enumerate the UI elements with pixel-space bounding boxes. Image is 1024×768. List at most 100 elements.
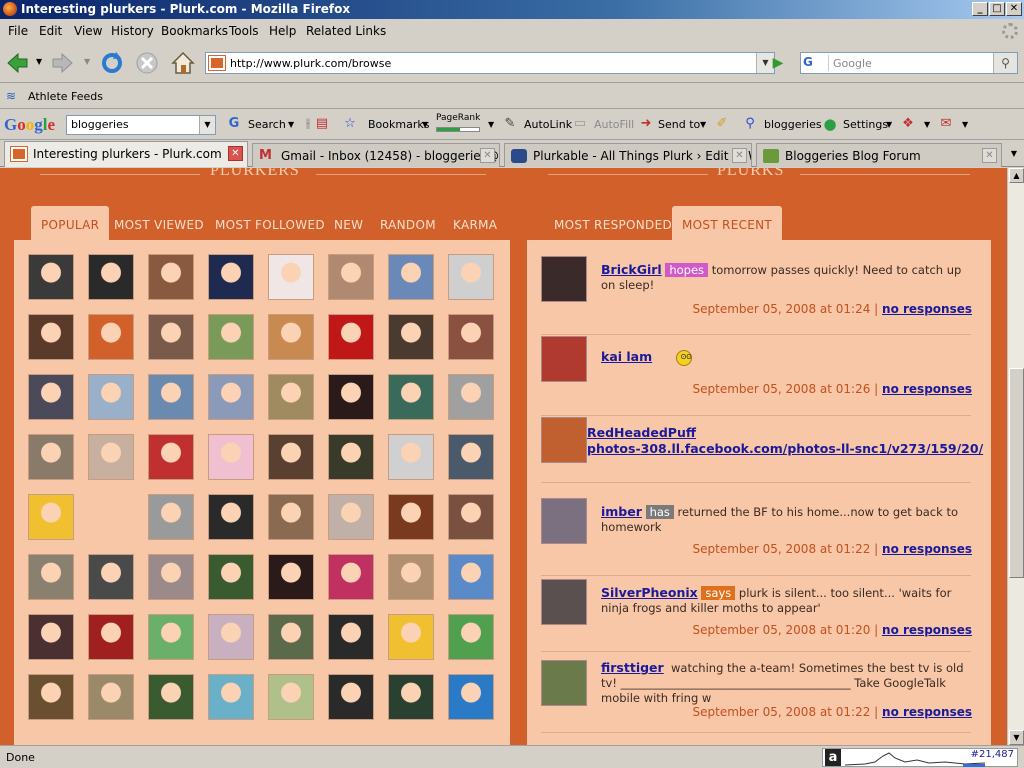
settings-dropdown-icon[interactable]: ▼ [886,120,892,129]
plurker-avatar[interactable] [268,554,314,600]
menu-related-links[interactable]: Related Links [306,24,386,38]
google-search-icon[interactable]: G [226,116,242,132]
plurker-avatar[interactable] [388,554,434,600]
plurker-avatar[interactable] [88,494,134,540]
plurker-avatar[interactable] [208,494,254,540]
plurker-avatar[interactable] [268,374,314,420]
avatar[interactable] [541,579,587,625]
alexa-widget[interactable]: a #21,487 [822,748,1018,767]
plurker-avatar[interactable] [148,554,194,600]
menu-history[interactable]: History [111,24,154,38]
search-engine-icon[interactable]: G [803,55,829,71]
plurker-avatar[interactable] [148,314,194,360]
google-search-input[interactable]: bloggeries ▼ [66,115,216,135]
avatar[interactable] [541,256,587,302]
reload-icon[interactable] [99,50,125,76]
autolink-button[interactable]: AutoLink [524,118,572,131]
menu-edit[interactable]: Edit [39,24,62,38]
plurker-avatar[interactable] [268,674,314,720]
plurker-name-link[interactable]: SilverPheonix [601,585,698,600]
scroll-down-icon[interactable]: ▼ [1009,730,1024,745]
tab-list-icon[interactable]: ▼ [1006,145,1022,163]
plurker-avatar[interactable] [448,554,494,600]
bookmark-athlete-feeds[interactable]: Athlete Feeds [28,90,103,103]
plurker-avatar[interactable] [328,614,374,660]
tab-karma[interactable]: KARMA [443,206,507,242]
responses-link[interactable]: no responses [882,382,972,396]
plurker-avatar[interactable] [28,614,74,660]
forward-arrow-icon[interactable] [50,50,76,76]
plurker-avatar[interactable] [328,434,374,480]
plurker-avatar[interactable] [328,254,374,300]
scroll-up-icon[interactable]: ▲ [1009,168,1024,183]
menu-file[interactable]: File [8,24,28,38]
plurker-avatar[interactable] [88,314,134,360]
google-search-button[interactable]: Search [248,118,286,131]
stop-icon[interactable] [134,50,160,76]
settings-green-icon[interactable]: ● [822,116,838,132]
bloggeries-search-icon[interactable]: ⚲ [742,116,758,132]
plurker-avatar[interactable] [28,374,74,420]
plurker-avatar[interactable] [268,254,314,300]
tab-most-recent[interactable]: MOST RECENT [672,206,783,242]
google-query-dropdown-icon[interactable]: ▼ [199,116,215,134]
autolink-icon[interactable]: ✎ [502,116,518,132]
search-magnifier-icon[interactable]: ⚲ [993,53,1017,73]
plurker-avatar[interactable] [148,374,194,420]
google-logo[interactable]: Google [4,115,55,135]
plurker-avatar[interactable] [88,554,134,600]
forward-dropdown-icon[interactable]: ▼ [84,57,90,66]
plurker-avatar[interactable] [208,314,254,360]
plurker-avatar[interactable] [448,614,494,660]
tab-most-responded[interactable]: MOST RESPONDED [544,206,682,242]
menu-view[interactable]: View [74,24,102,38]
back-arrow-icon[interactable] [4,50,30,76]
plurker-avatar[interactable] [328,674,374,720]
plurker-avatar[interactable] [388,674,434,720]
send-to-dropdown-icon[interactable]: ▼ [700,120,706,129]
home-icon[interactable] [170,50,196,76]
plurker-avatar[interactable] [388,434,434,480]
plurker-avatar[interactable] [448,494,494,540]
plurker-avatar[interactable] [88,614,134,660]
close-window-button[interactable]: ✕ [1006,2,1022,16]
tab-random[interactable]: RANDOM [370,206,446,242]
url-bar[interactable]: http://www.plurk.com/browse ▼ [205,52,775,74]
plurker-avatar[interactable] [328,314,374,360]
google-bookmarks-button[interactable]: Bookmarks [368,118,429,131]
avatar[interactable] [541,498,587,544]
avatar[interactable] [541,336,587,382]
facebook-photo-link[interactable]: photos-308.ll.facebook.com/photos-ll-snc… [587,441,983,456]
plurker-avatar[interactable] [328,494,374,540]
close-tab-icon[interactable]: ✕ [480,148,495,163]
avatar[interactable] [541,417,587,463]
plurker-name-link[interactable]: RedHeadedPuff [587,425,696,440]
close-tab-icon[interactable]: ✕ [732,148,747,163]
plurker-avatar[interactable] [448,254,494,300]
plurker-avatar[interactable] [388,254,434,300]
responses-link[interactable]: no responses [882,623,972,637]
back-dropdown-icon[interactable]: ▼ [36,57,42,66]
search-input[interactable]: Google [833,57,872,70]
tab-gmail[interactable]: M Gmail - Inbox (12458) - bloggeries@g..… [252,143,500,167]
plurker-avatar[interactable] [148,434,194,480]
tab-most-viewed[interactable]: MOST VIEWED [104,206,214,242]
plurker-avatar[interactable] [28,434,74,480]
plurker-avatar[interactable] [28,254,74,300]
plurker-avatar[interactable] [148,614,194,660]
plurker-name-link[interactable]: firsttiger [601,660,664,675]
search-bar[interactable]: G Google ⚲ [800,52,1018,74]
minimize-button[interactable]: _ [972,2,988,16]
star-bookmarks-icon[interactable]: ☆ [342,116,358,132]
send-to-button[interactable]: Send to [658,118,700,131]
maximize-button[interactable]: □ [989,2,1005,16]
plurker-avatar[interactable] [208,614,254,660]
plurker-avatar[interactable] [448,674,494,720]
close-tab-icon[interactable]: ✕ [982,148,997,163]
plurker-avatar[interactable] [28,494,74,540]
news-icon[interactable]: ▤ [314,116,330,132]
plurker-avatar[interactable] [448,374,494,420]
plurker-avatar[interactable] [388,374,434,420]
tab-most-followed[interactable]: MOST FOLLOWED [205,206,335,242]
menu-tools[interactable]: Tools [229,24,259,38]
